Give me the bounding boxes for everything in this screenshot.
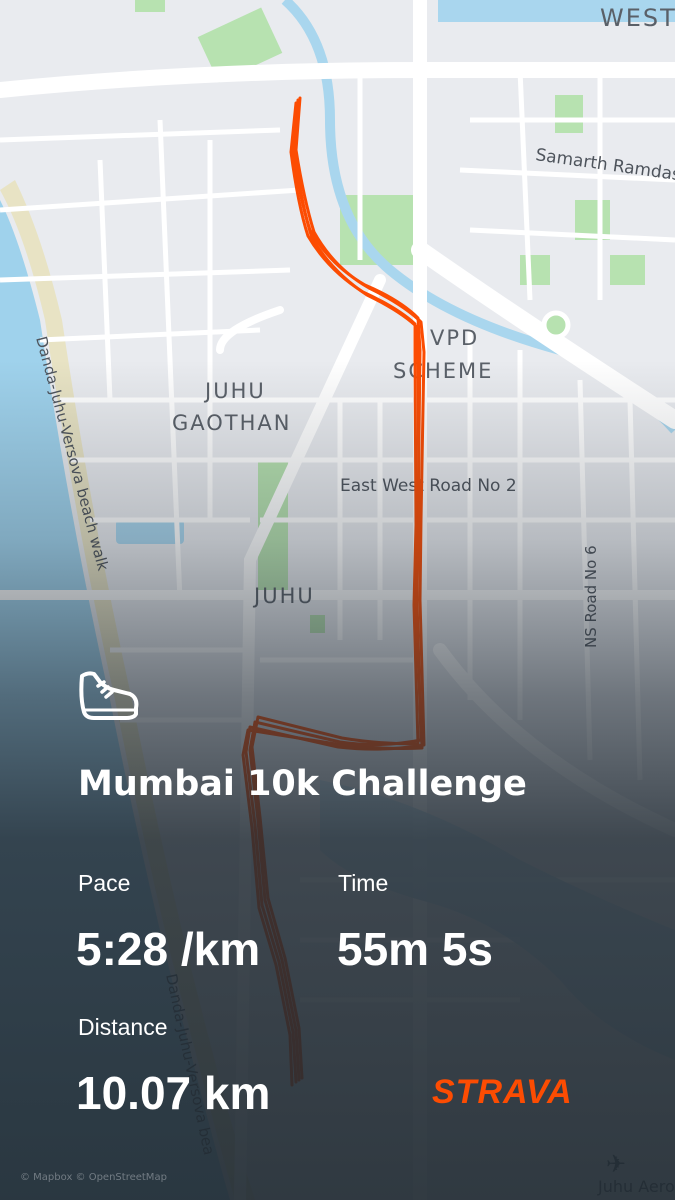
distance-value: 10.07 km [76, 1067, 271, 1119]
pace-label: Pace [78, 870, 131, 896]
time-value: 55m 5s [337, 923, 494, 975]
time-label: Time [338, 870, 389, 896]
pace-value: 5:28 /km [76, 923, 261, 975]
map-attribution: © Mapbox © OpenStreetMap [20, 1172, 167, 1183]
activity-card: Mumbai 10k Challenge Pace 5:28 /km Time … [0, 0, 675, 1200]
activity-title: Mumbai 10k Challenge [78, 764, 527, 804]
running-shoe-icon [79, 671, 139, 720]
distance-label: Distance [78, 1014, 168, 1040]
strava-logo: STRAVA [432, 1073, 573, 1111]
